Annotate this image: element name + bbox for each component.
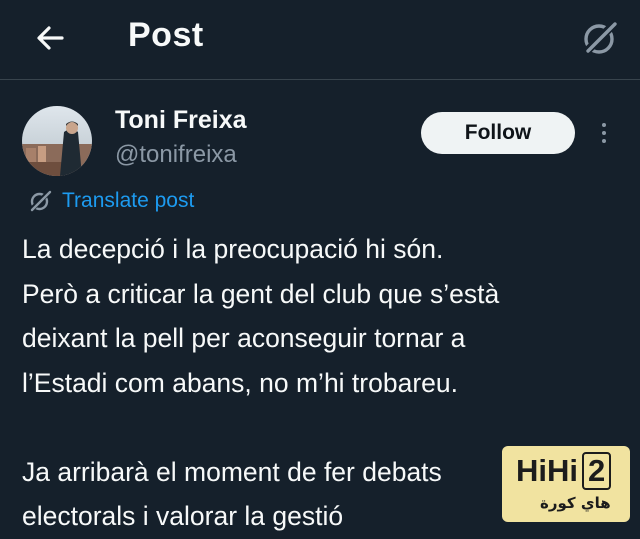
post-line: deixant la pell per aconseguir tornar a [22, 323, 466, 353]
watermark-logo-text-b: 2 [582, 452, 612, 490]
author-name[interactable]: Toni Freixa [115, 106, 247, 135]
avatar[interactable] [22, 106, 92, 176]
translate-post-link[interactable]: Translate post [28, 186, 194, 216]
grok-button[interactable] [576, 14, 624, 62]
more-vertical-icon-dot [602, 139, 606, 143]
back-button[interactable] [30, 18, 70, 58]
watermark-logo: HiHi 2 هاي كورة [502, 446, 630, 522]
top-bar: Post [0, 0, 640, 80]
watermark-arabic-text: هاي كورة [540, 494, 611, 512]
globe-slash-icon [29, 190, 52, 212]
more-vertical-icon [602, 123, 606, 127]
follow-button[interactable]: Follow [421, 112, 575, 154]
post-line: l’Estadi com abans, no m’hi trobareu. [22, 367, 458, 398]
avatar-photo [22, 106, 92, 176]
more-options-button[interactable] [592, 118, 616, 148]
arrow-left-icon [37, 26, 64, 50]
post-line: Però a criticar la gent del club que s’e… [22, 278, 500, 309]
translate-label: Translate post [62, 189, 195, 212]
watermark-logo-text-a: HiHi [516, 453, 578, 488]
post-line: La decepció i la preocupació hi són. [22, 234, 444, 264]
more-vertical-icon-dot [602, 131, 606, 135]
slashed-x-icon [583, 22, 617, 55]
watermark-logo-text: HiHi 2 [516, 452, 612, 490]
author-handle[interactable]: @tonifreixa [115, 141, 237, 169]
page-title: Post [128, 16, 204, 54]
